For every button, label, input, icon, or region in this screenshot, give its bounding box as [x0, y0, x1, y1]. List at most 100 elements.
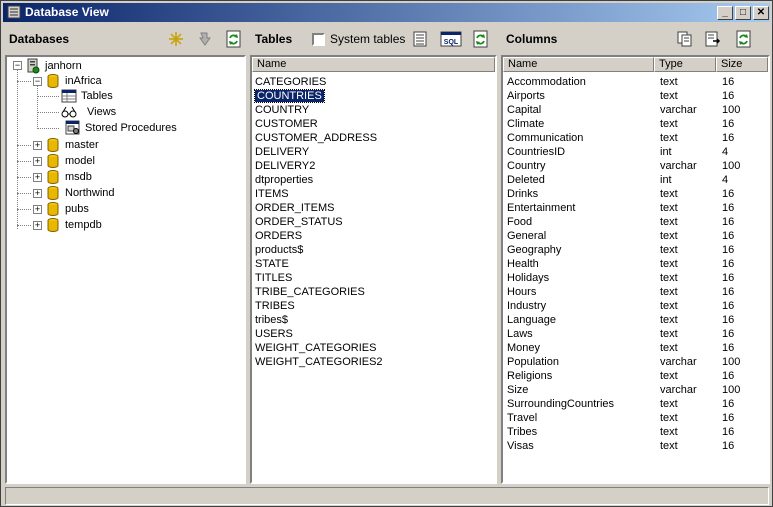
- tables-column-header-name[interactable]: Name: [252, 57, 495, 72]
- column-row[interactable]: Drinks text 16: [503, 187, 768, 201]
- db-expander[interactable]: +: [33, 189, 42, 198]
- column-row[interactable]: Language text 16: [503, 313, 768, 327]
- close-button[interactable]: ✕: [753, 6, 769, 20]
- export-columns-icon[interactable]: [704, 30, 722, 48]
- tree-stored-procedures[interactable]: Stored Procedures: [85, 121, 177, 135]
- table-row[interactable]: ORDERS: [255, 229, 302, 243]
- copy-columns-icon[interactable]: [676, 30, 694, 48]
- table-row[interactable]: STATE: [255, 257, 289, 271]
- table-row[interactable]: CATEGORIES: [255, 75, 326, 89]
- table-row[interactable]: CUSTOMER: [255, 117, 318, 131]
- column-row[interactable]: Health text 16: [503, 257, 768, 271]
- column-row[interactable]: Visas text 16: [503, 439, 768, 453]
- db-expander[interactable]: +: [33, 221, 42, 230]
- table-row[interactable]: dtproperties: [255, 173, 313, 187]
- column-row[interactable]: SurroundingCountries text 16: [503, 397, 768, 411]
- db-expander[interactable]: +: [33, 157, 42, 166]
- table-row[interactable]: USERS: [255, 327, 293, 341]
- column-row[interactable]: Travel text 16: [503, 411, 768, 425]
- db-expander[interactable]: +: [33, 205, 42, 214]
- database-icon: [47, 186, 59, 200]
- tree-tables[interactable]: Tables: [81, 89, 113, 103]
- table-row[interactable]: DELIVERY: [255, 145, 309, 159]
- tables-header: Tables System tables SQL: [249, 24, 497, 54]
- table-row[interactable]: COUNTRIES: [254, 89, 325, 103]
- db-expander[interactable]: +: [33, 141, 42, 150]
- columns-header-name[interactable]: Name: [503, 57, 654, 72]
- columns-header-type[interactable]: Type: [654, 57, 716, 72]
- column-row[interactable]: Geography text 16: [503, 243, 768, 257]
- columns-list[interactable]: Name Type Size Accommodation text 16 Airpor…: [501, 55, 770, 484]
- column-row[interactable]: Hours text 16: [503, 285, 768, 299]
- table-properties-icon[interactable]: [411, 30, 429, 48]
- column-row[interactable]: Accommodation text 16: [503, 75, 768, 89]
- tree-views[interactable]: Views: [87, 105, 116, 119]
- column-row[interactable]: Entertainment text 16: [503, 201, 768, 215]
- table-row[interactable]: tribes$: [255, 313, 288, 327]
- column-row[interactable]: Deleted int 4: [503, 173, 768, 187]
- table-row[interactable]: COUNTRY: [255, 103, 309, 117]
- table-row-name: DELIVERY2: [255, 160, 316, 172]
- column-row[interactable]: Size varchar 100: [503, 383, 768, 397]
- table-row[interactable]: TRIBES: [255, 299, 295, 313]
- tree-db-tempdb[interactable]: tempdb: [65, 218, 102, 232]
- table-row[interactable]: WEIGHT_CATEGORIES2: [255, 355, 383, 369]
- database-icon: [47, 74, 59, 88]
- minimize-button[interactable]: _: [717, 6, 733, 20]
- maximize-button[interactable]: □: [735, 6, 751, 20]
- tree-db-master[interactable]: master: [65, 138, 99, 152]
- column-name-cell: SurroundingCountries: [507, 398, 615, 410]
- tables-list[interactable]: Name CATEGORIES COUNTRIES COUNTRY CUSTOMER C…: [250, 55, 497, 484]
- new-connection-icon[interactable]: [167, 30, 185, 48]
- column-row[interactable]: Population varchar 100: [503, 355, 768, 369]
- column-row[interactable]: Laws text 16: [503, 327, 768, 341]
- column-row[interactable]: CountriesID int 4: [503, 145, 768, 159]
- column-row[interactable]: Money text 16: [503, 341, 768, 355]
- column-row[interactable]: Holidays text 16: [503, 271, 768, 285]
- column-row[interactable]: Religions text 16: [503, 369, 768, 383]
- table-row-name: CATEGORIES: [255, 76, 327, 88]
- tree-db-model[interactable]: model: [65, 154, 95, 168]
- column-row[interactable]: Airports text 16: [503, 89, 768, 103]
- table-row[interactable]: products$: [255, 243, 303, 257]
- title-bar[interactable]: Database View _ □ ✕: [3, 3, 770, 22]
- tree-db-msdb[interactable]: msdb: [65, 170, 92, 184]
- databases-tree[interactable]: − janhorn − inAfrica Tables Views Stored…: [5, 55, 246, 484]
- column-row[interactable]: Industry text 16: [503, 299, 768, 313]
- disconnect-icon[interactable]: [196, 30, 214, 48]
- sql-query-icon[interactable]: SQL: [440, 30, 462, 48]
- tree-db-pubs[interactable]: pubs: [65, 202, 89, 216]
- table-row[interactable]: WEIGHT_CATEGORIES: [255, 341, 376, 355]
- column-row[interactable]: Tribes text 16: [503, 425, 768, 439]
- tree-db-inafrica[interactable]: inAfrica: [65, 74, 102, 88]
- columns-header-size[interactable]: Size: [716, 57, 768, 72]
- db-expander[interactable]: +: [33, 173, 42, 182]
- column-size-cell: 100: [722, 104, 741, 116]
- tree-guide: [17, 145, 31, 146]
- table-row[interactable]: ORDER_STATUS: [255, 215, 343, 229]
- db-inafrica-expander[interactable]: −: [33, 77, 42, 86]
- table-row[interactable]: CUSTOMER_ADDRESS: [255, 131, 377, 145]
- column-row[interactable]: Food text 16: [503, 215, 768, 229]
- column-row[interactable]: Country varchar 100: [503, 159, 768, 173]
- server-expander[interactable]: −: [13, 61, 22, 70]
- refresh-databases-icon[interactable]: [225, 30, 243, 48]
- table-row[interactable]: ITEMS: [255, 187, 289, 201]
- system-tables-checkbox[interactable]: [312, 33, 325, 46]
- refresh-tables-icon[interactable]: [472, 30, 490, 48]
- column-row[interactable]: Communication text 16: [503, 131, 768, 145]
- table-row[interactable]: TRIBE_CATEGORIES: [255, 285, 365, 299]
- tables-pane: Tables System tables SQL Name CATEGORIES…: [249, 24, 497, 484]
- column-row[interactable]: Capital varchar 100: [503, 103, 768, 117]
- column-type-cell: text: [660, 216, 678, 228]
- table-row[interactable]: DELIVERY2: [255, 159, 315, 173]
- column-row[interactable]: General text 16: [503, 229, 768, 243]
- table-row[interactable]: ORDER_ITEMS: [255, 201, 334, 215]
- column-name-cell: Hours: [507, 286, 537, 298]
- tree-server-label[interactable]: janhorn: [45, 59, 82, 73]
- column-row[interactable]: Climate text 16: [503, 117, 768, 131]
- refresh-columns-icon[interactable]: [735, 30, 753, 48]
- column-type-cell: text: [660, 314, 678, 326]
- tree-db-northwind[interactable]: Northwind: [65, 186, 115, 200]
- table-row[interactable]: TITLES: [255, 271, 292, 285]
